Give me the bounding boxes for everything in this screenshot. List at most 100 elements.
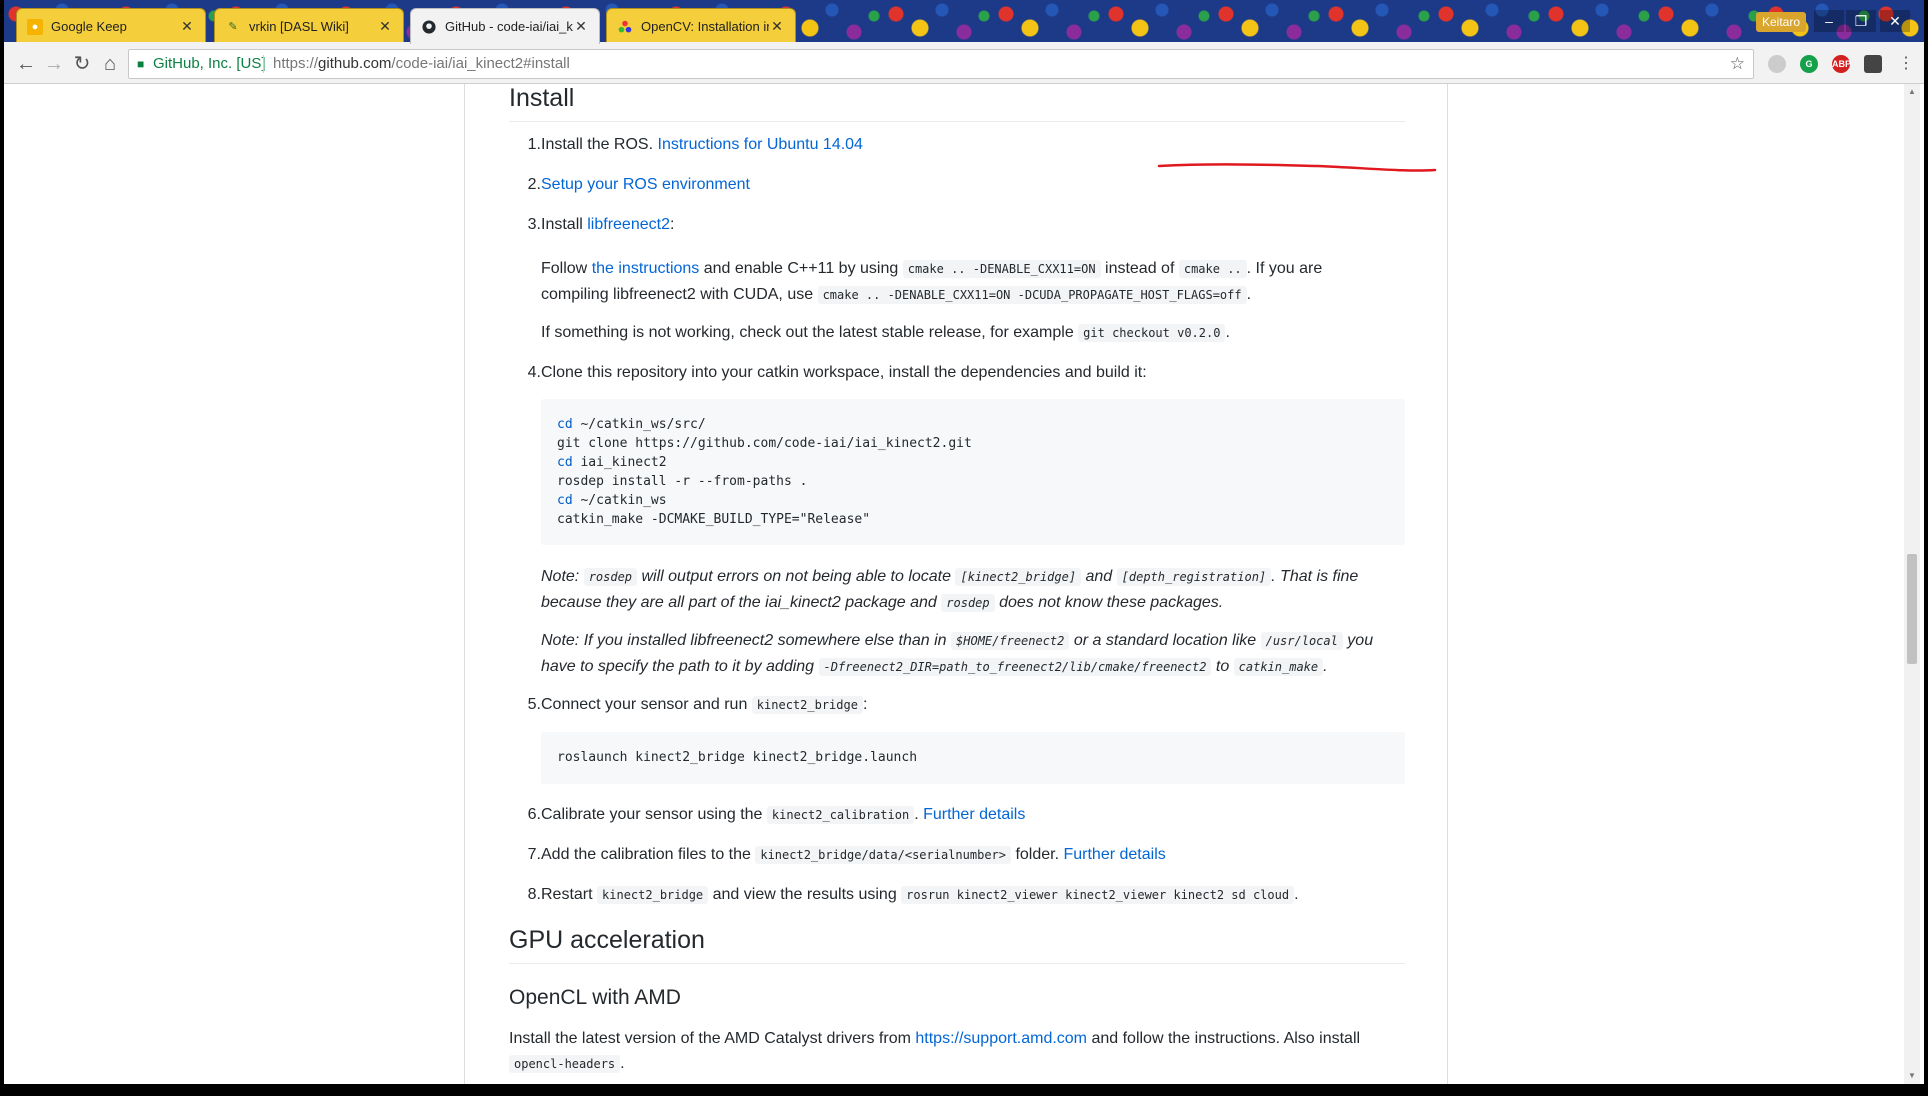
tab-title: OpenCV: Installation in L	[641, 19, 769, 34]
code-text: ~/catkin_ws	[572, 493, 667, 508]
code-text: ~/catkin_ws/src/	[572, 417, 706, 432]
reload-icon[interactable]: ↻	[68, 50, 96, 78]
item-text: Connect your sensor and run	[541, 696, 752, 713]
page-content: Install 1. Install the ROS. Instructions…	[4, 84, 1904, 1084]
inline-code: kinect2_calibration	[766, 806, 915, 824]
code-line: git clone https://github.com/code-iai/ia…	[557, 434, 1389, 453]
scroll-up-icon[interactable]: ▲	[1904, 84, 1920, 100]
text: .	[620, 1055, 625, 1072]
restore-icon[interactable]: ❐	[1846, 10, 1876, 32]
install-heading: Install	[509, 84, 1405, 122]
address-bar[interactable]: ■ GitHub, Inc. [US] https://github.com/c…	[128, 49, 1754, 79]
grammarly-icon[interactable]: G	[1800, 55, 1818, 73]
inline-code: opencl-headers	[509, 1055, 621, 1073]
close-icon[interactable]: ✕	[179, 18, 195, 35]
text: and follow the instructions. Also instal…	[1087, 1030, 1361, 1047]
text: and	[1081, 568, 1117, 585]
browser-toolbar: ← → ↻ ⌂ ■ GitHub, Inc. [US] https://gith…	[4, 44, 1924, 84]
vertical-scrollbar[interactable]: ▲ ▼	[1904, 84, 1920, 1084]
text: Note: If you installed libfreenect2 some…	[541, 632, 952, 649]
extension-icon[interactable]	[1768, 55, 1786, 73]
text: and enable C++11 by using	[699, 260, 903, 277]
home-icon[interactable]: ⌂	[96, 50, 124, 78]
text: will output errors on not being able to …	[637, 568, 956, 585]
code-line: catkin_make -DCMAKE_BUILD_TYPE="Release"	[557, 510, 1389, 529]
url-text[interactable]: https://github.com/code-iai/iai_kinect2#…	[273, 50, 570, 78]
item-text: Restart	[541, 886, 598, 903]
list-number: 1.	[527, 136, 541, 153]
menu-icon[interactable]: ⋮	[1892, 50, 1920, 78]
inline-code: $HOME/freenect2	[951, 632, 1070, 650]
ros-env-link[interactable]: Setup your ROS environment	[541, 176, 750, 193]
browser-window: ● Google Keep ✕ ✎ vrkin [DASL Wiki] ✕ Gi…	[4, 0, 1924, 1084]
calibration-details-link[interactable]: Further details	[923, 806, 1025, 823]
text: does not know these packages.	[994, 594, 1224, 611]
text: . If you are	[1246, 260, 1323, 277]
text: have to specify the path to it by adding	[541, 658, 819, 675]
list-number: 6.	[527, 806, 541, 823]
opencl-heading: OpenCL with AMD	[509, 986, 681, 1009]
close-icon[interactable]: ✕	[377, 18, 393, 35]
text: Install the latest version of the AMD Ca…	[509, 1030, 916, 1047]
code-block[interactable]: cd ~/catkin_ws/src/ git clone https://gi…	[541, 399, 1405, 545]
item-text: folder.	[1011, 846, 1064, 863]
tab-opencv[interactable]: OpenCV: Installation in L ✕	[606, 8, 796, 44]
window-close-icon[interactable]: ✕	[1880, 10, 1910, 32]
rosdep-note: Note: rosdep will output errors on not b…	[541, 564, 1405, 616]
tab-strip: ● Google Keep ✕ ✎ vrkin [DASL Wiki] ✕ Gi…	[4, 0, 1924, 44]
code-line: cd iai_kinect2	[557, 453, 1389, 472]
wiki-icon: ✎	[228, 21, 238, 33]
code-keyword: cd	[557, 417, 573, 432]
forward-icon[interactable]: →	[40, 50, 68, 78]
instructions-link[interactable]: the instructions	[592, 260, 700, 277]
inline-code: kinect2_bridge/data/<serialnumber>	[755, 846, 1011, 864]
item-text: Calibrate your sensor using the	[541, 806, 767, 823]
tab-github[interactable]: GitHub - code-iai/iai_kin ✕	[410, 8, 600, 44]
code-line: rosdep install -r --from-paths .	[557, 472, 1389, 491]
back-icon[interactable]: ←	[12, 50, 40, 78]
bookmark-star-icon[interactable]: ☆	[1730, 50, 1745, 78]
inline-code: cmake .. -DENABLE_CXX11=ON	[902, 260, 1101, 278]
text: .	[1323, 658, 1328, 675]
minimize-icon[interactable]: –	[1814, 10, 1844, 32]
text: Note:	[541, 568, 584, 585]
close-icon[interactable]: ✕	[573, 18, 589, 35]
ros-install-link[interactable]: Instructions for Ubuntu 14.04	[658, 136, 863, 153]
code-block[interactable]: roslaunch kinect2_bridge kinect2_bridge.…	[541, 732, 1405, 784]
inline-code: cmake .. -DENABLE_CXX11=ON -DCUDA_PROPAG…	[817, 286, 1247, 304]
text: .	[1225, 324, 1230, 341]
inline-code: cmake ..	[1178, 260, 1247, 278]
inline-code: git checkout v0.2.0	[1078, 324, 1226, 342]
scroll-down-icon[interactable]: ▼	[1904, 1068, 1920, 1084]
code-keyword: cd	[557, 455, 573, 470]
github-icon	[421, 19, 437, 35]
tab-title: vrkin [DASL Wiki]	[249, 19, 349, 34]
inline-code: /usr/local	[1260, 632, 1343, 650]
opencl-paragraph: Install the latest version of the AMD Ca…	[509, 1026, 1405, 1077]
calibration-files-details-link[interactable]: Further details	[1063, 846, 1165, 863]
shield-icon[interactable]	[1864, 55, 1882, 73]
url-scheme: https://	[273, 55, 319, 72]
url-path: /code-iai/iai_kinect2#install	[391, 55, 570, 72]
inline-code: rosrun kinect2_viewer kinect2_viewer kin…	[901, 886, 1295, 904]
scrollbar-thumb[interactable]	[1907, 554, 1917, 664]
inline-code: [kinect2_bridge]	[955, 568, 1082, 586]
text: because they are all part of the iai_kin…	[541, 594, 942, 611]
tab-google-keep[interactable]: ● Google Keep ✕	[16, 8, 206, 44]
tab-dasl-wiki[interactable]: ✎ vrkin [DASL Wiki] ✕	[214, 8, 404, 44]
amd-support-link[interactable]: https://support.amd.com	[915, 1030, 1087, 1047]
inline-code: rosdep	[941, 594, 995, 612]
gpu-heading: GPU acceleration	[509, 926, 1405, 964]
text: to	[1211, 658, 1234, 675]
list-number: 7.	[527, 846, 541, 863]
adblock-icon[interactable]: ABP	[1832, 55, 1851, 73]
text: compiling libfreenect2 with CUDA, use	[541, 286, 818, 303]
step3-paragraph: Follow the instructions and enable C++11…	[541, 256, 1405, 308]
text: you	[1342, 632, 1374, 649]
close-icon[interactable]: ✕	[769, 18, 785, 35]
item-text: :	[862, 696, 868, 713]
profile-button[interactable]: Keitaro	[1755, 12, 1806, 32]
item-text: .	[914, 806, 924, 823]
list-number: 4.	[527, 364, 541, 381]
libfreenect2-link[interactable]: libfreenect2	[587, 216, 670, 233]
